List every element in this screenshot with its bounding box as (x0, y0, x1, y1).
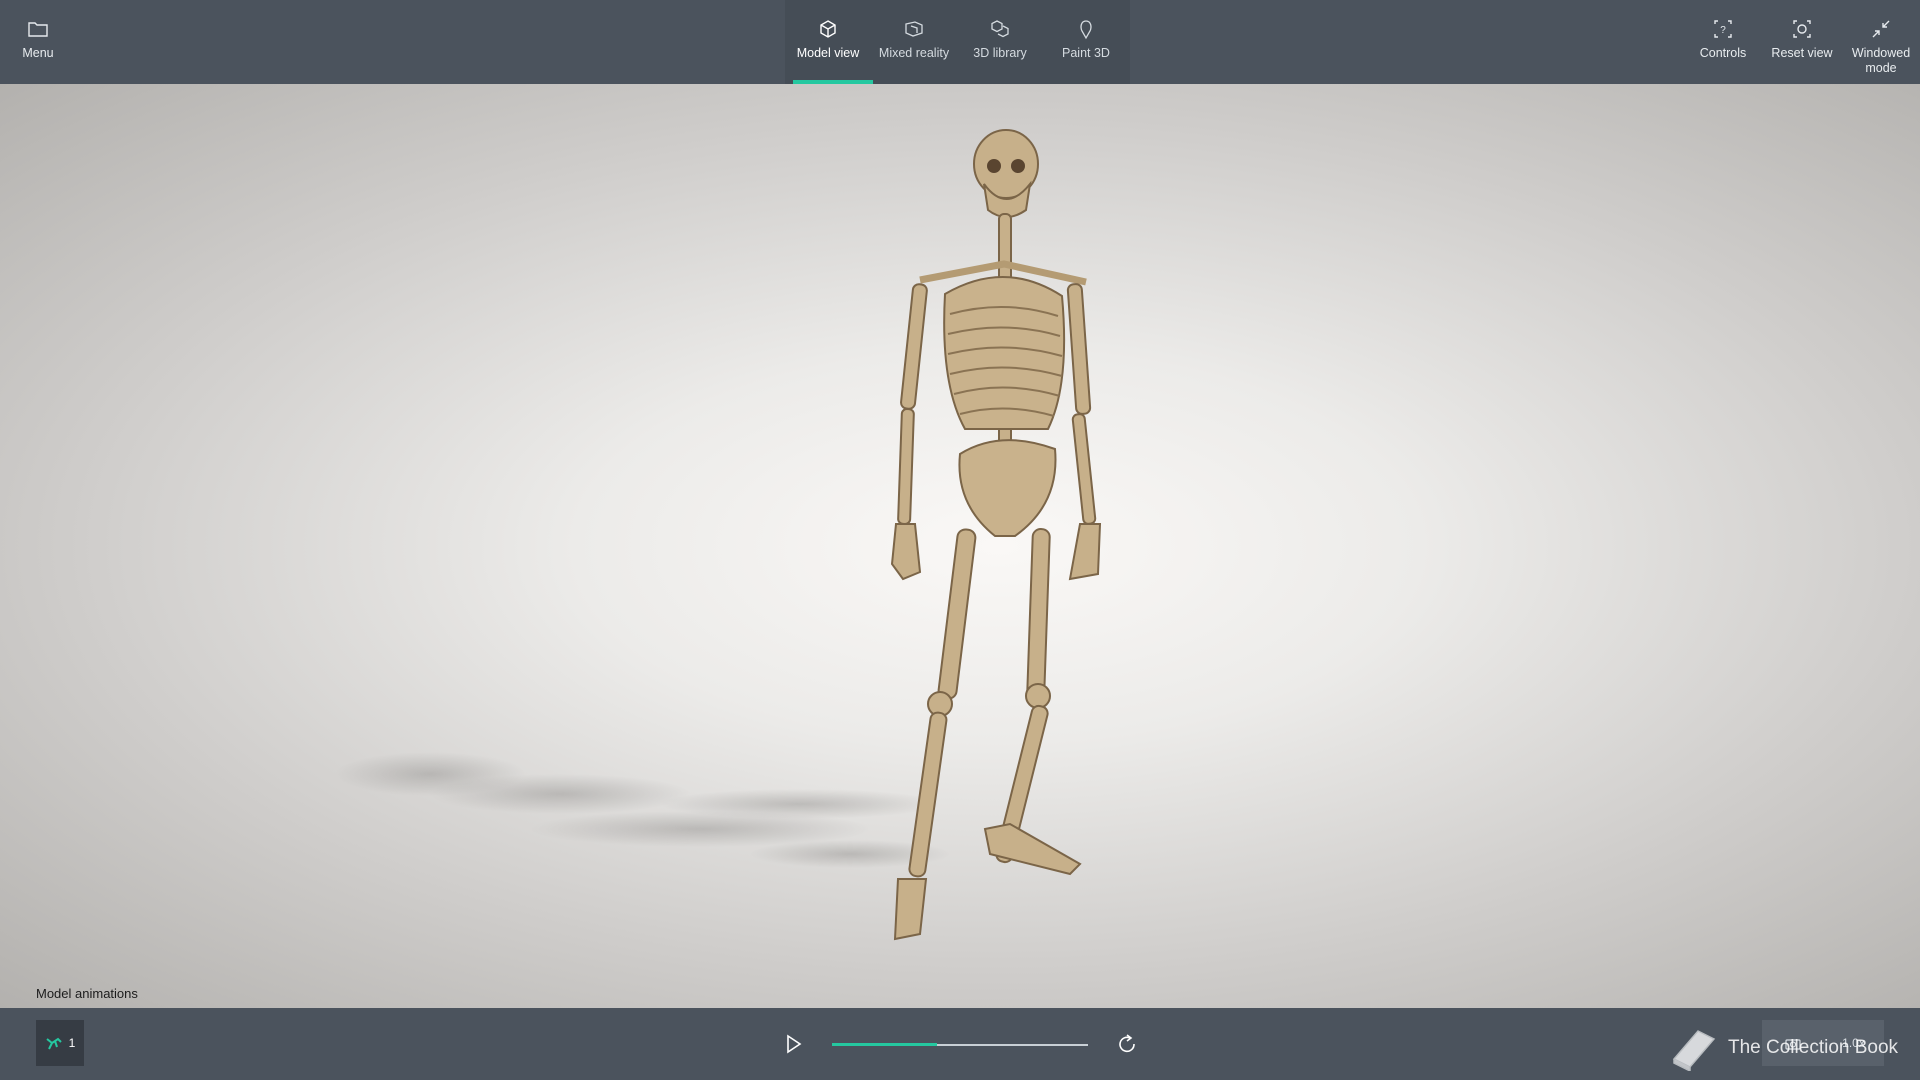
tab-label: Mixed reality (878, 46, 950, 60)
menu-label: Menu (22, 46, 54, 60)
skeleton-model[interactable] (0, 84, 1920, 1008)
reset-view-icon (1793, 20, 1811, 38)
book-icon (1672, 1030, 1716, 1071)
controls-button[interactable]: ? Controls (1690, 0, 1756, 84)
animation-bar: 1 1.0x The Collection Book (0, 1008, 1920, 1080)
reset-view-label: Reset view (1771, 46, 1833, 60)
paint-3d-icon (1080, 20, 1092, 40)
3d-viewport[interactable] (0, 84, 1920, 1008)
tab-paint-3d[interactable]: Paint 3D (1043, 0, 1129, 84)
3d-library-icon (991, 20, 1009, 38)
svg-text:?: ? (1720, 25, 1726, 36)
menu-button[interactable]: Menu (16, 0, 60, 84)
controls-icon: ? (1714, 20, 1732, 38)
tab-label: Model view (796, 46, 860, 60)
folder-icon (28, 22, 48, 37)
animation-progress-slider[interactable] (832, 1043, 1088, 1046)
view-tabs: Model view Mixed reality 3D library Pain… (785, 0, 1130, 84)
tab-label: Paint 3D (1062, 46, 1110, 60)
loop-icon[interactable] (1114, 1030, 1140, 1058)
tab-label: 3D library (973, 46, 1027, 60)
windowed-mode-label: Windowed mode (1851, 46, 1911, 75)
tab-model-view[interactable]: Model view (785, 0, 873, 84)
tab-mixed-reality[interactable]: Mixed reality (871, 0, 957, 84)
animation-progress-fill (832, 1043, 937, 1046)
mixed-reality-icon (905, 21, 923, 37)
animation-count: 1 (68, 1036, 76, 1050)
skeleton (890, 129, 1102, 941)
top-toolbar: Menu Model view Mixed reality 3D library… (0, 0, 1920, 84)
animation-icon (46, 1037, 62, 1050)
windowed-mode-icon (1872, 20, 1890, 38)
controls-label: Controls (1699, 46, 1747, 60)
cube-icon (820, 20, 836, 38)
watermark-text: The Collection Book (1728, 1037, 1899, 1058)
reset-view-button[interactable]: Reset view (1766, 0, 1838, 84)
play-icon[interactable] (780, 1030, 806, 1058)
tab-3d-library[interactable]: 3D library (957, 0, 1043, 84)
windowed-mode-button[interactable]: Windowed mode (1846, 0, 1916, 84)
animation-selector[interactable]: 1 (36, 1020, 84, 1066)
skeleton-shadow (335, 752, 950, 868)
model-animations-label: Model animations (36, 986, 138, 1001)
watermark: The Collection Book (1668, 1028, 1899, 1071)
